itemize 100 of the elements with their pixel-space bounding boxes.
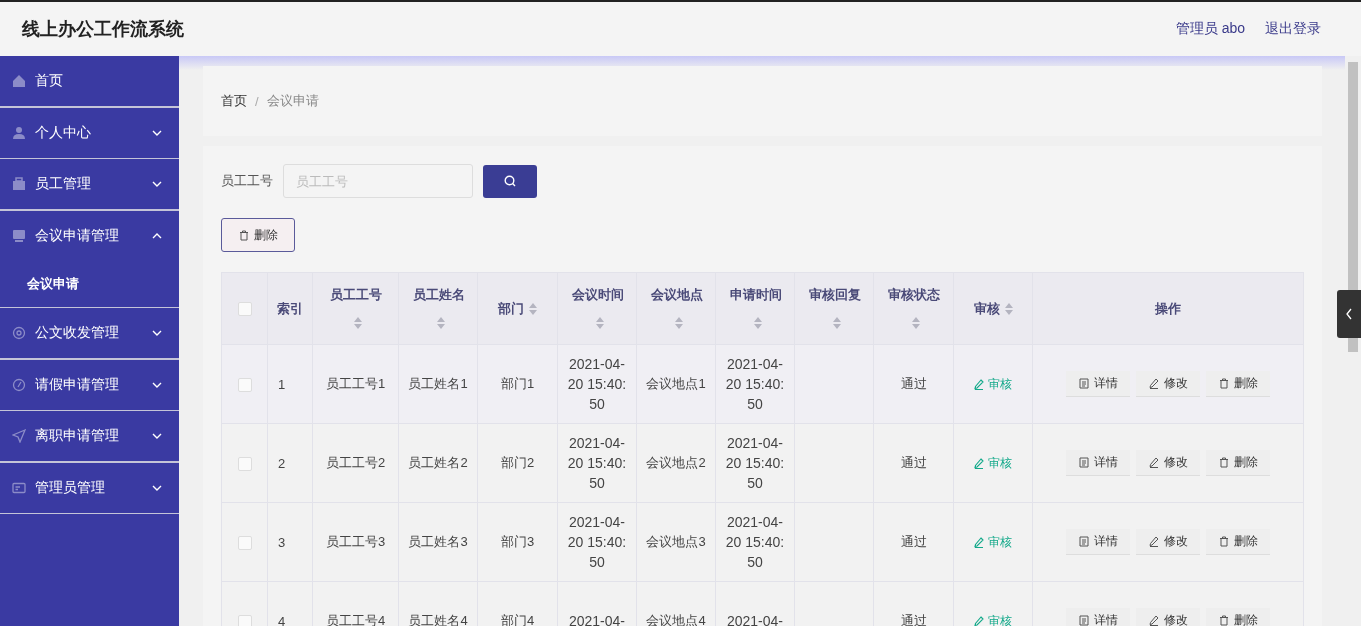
sort-icon <box>912 317 920 330</box>
table-cell: 2 <box>267 423 313 503</box>
aperture-icon <box>12 326 26 340</box>
pencil-icon <box>1148 536 1159 547</box>
pencil-icon <box>974 457 984 469</box>
pencil-icon <box>1148 457 1159 468</box>
column-label: 申请时间 <box>730 286 782 302</box>
column-header[interactable]: 会议时间 <box>557 272 637 345</box>
menu-item[interactable]: 管理员管理 <box>0 462 179 513</box>
submenu-item[interactable]: 会议申请 <box>0 260 179 307</box>
row-checkbox[interactable] <box>237 456 252 471</box>
column-header[interactable]: 审核回复 <box>794 272 874 345</box>
column-label: 部门 <box>498 300 524 316</box>
menu-item[interactable]: 请假申请管理 <box>0 359 179 410</box>
select-all-checkbox[interactable] <box>237 302 252 317</box>
trash-icon <box>1218 536 1229 547</box>
table-cell: 员工工号3 <box>312 502 399 582</box>
breadcrumb-link[interactable]: 首页 <box>221 92 247 110</box>
action-button[interactable]: 修改 <box>1136 450 1200 476</box>
menu-item[interactable]: 员工管理 <box>0 159 179 209</box>
action-button[interactable]: 详情 <box>1066 450 1130 476</box>
table-cell: 2021-04-20 15:40:50 <box>715 423 795 503</box>
action-button[interactable]: 删除 <box>1206 608 1270 626</box>
table-cell: 部门4 <box>477 581 558 626</box>
trash-icon <box>1218 378 1229 389</box>
action-button[interactable]: 删除 <box>1206 529 1270 555</box>
search-label: 员工工号 <box>221 172 273 190</box>
column-header[interactable]: 申请时间 <box>715 272 795 345</box>
action-button[interactable]: 详情 <box>1066 371 1130 397</box>
menu-item[interactable]: 离职申请管理 <box>0 411 179 461</box>
menu-item[interactable]: 首页 <box>0 56 179 106</box>
table-cell: 员工工号1 <box>312 344 399 424</box>
action-button[interactable]: 修改 <box>1136 608 1200 626</box>
action-button[interactable]: 删除 <box>1206 371 1270 397</box>
table-cell: 通过 <box>873 502 954 582</box>
table-cell: 3 <box>267 502 313 582</box>
table-cell: 2021-04-20 15:40:50 <box>557 502 637 582</box>
column-header[interactable]: 审核 <box>953 272 1033 345</box>
column-header[interactable]: 审核状态 <box>873 272 954 345</box>
table-cell: 部门2 <box>477 423 558 503</box>
table-cell: 1 <box>267 344 313 424</box>
action-button[interactable]: 修改 <box>1136 529 1200 555</box>
action-button[interactable]: 详情 <box>1066 529 1130 555</box>
pencil-icon <box>974 378 984 390</box>
table-cell: 部门1 <box>477 344 558 424</box>
sort-icon <box>1004 303 1013 316</box>
column-label: 审核 <box>973 300 1000 316</box>
column-header[interactable]: 员工姓名 <box>398 272 478 345</box>
action-button[interactable]: 修改 <box>1136 371 1200 397</box>
table-cell: 会议地点2 <box>636 423 716 503</box>
menu-item[interactable]: 公文收发管理 <box>0 308 179 358</box>
sort-icon <box>436 317 445 330</box>
column-label: 审核回复 <box>809 286 861 302</box>
logout-link[interactable]: 退出登录 <box>1265 20 1321 38</box>
app-title: 线上办公工作流系统 <box>22 18 184 41</box>
document-icon <box>1078 536 1089 547</box>
sort-icon <box>354 317 362 330</box>
compass-icon <box>12 377 26 392</box>
column-label: 索引 <box>277 300 303 316</box>
user-link[interactable]: 管理员 abo <box>1175 20 1245 38</box>
action-button[interactable]: 详情 <box>1066 608 1130 626</box>
row-checkbox[interactable] <box>237 377 252 392</box>
briefcase-icon <box>12 177 26 191</box>
person-icon <box>12 125 26 140</box>
sort-icon <box>595 317 604 330</box>
column-header[interactable]: 部门 <box>477 272 558 345</box>
column-header[interactable]: 员工工号 <box>312 272 399 345</box>
menu-item[interactable]: 会议申请管理 <box>0 210 179 261</box>
document-icon <box>1078 378 1089 389</box>
sort-icon <box>753 317 762 330</box>
chevron-left-icon <box>1345 308 1353 320</box>
row-checkbox[interactable] <box>237 614 252 626</box>
table-cell: 会议地点1 <box>636 344 716 424</box>
trash-icon <box>1218 457 1229 468</box>
breadcrumb-separator: / <box>255 93 259 109</box>
table-cell: 4 <box>267 581 313 626</box>
menu-item[interactable]: 个人中心 <box>0 107 179 158</box>
column-label: 操作 <box>1155 300 1181 316</box>
action-button[interactable]: 删除 <box>1206 450 1270 476</box>
table-cell: 员工姓名3 <box>398 502 478 582</box>
table-cell: 员工工号2 <box>312 423 399 503</box>
table-cell: 2021-04- <box>715 581 795 626</box>
search-icon <box>503 174 517 188</box>
column-label: 审核状态 <box>888 286 940 302</box>
column-header[interactable]: 会议地点 <box>636 272 716 345</box>
delete-button[interactable]: 删除 <box>221 218 295 252</box>
sort-icon <box>674 317 683 330</box>
table-cell: 部门3 <box>477 502 558 582</box>
home-icon <box>12 74 26 88</box>
row-checkbox[interactable] <box>237 535 252 550</box>
pencil-icon <box>1148 378 1159 389</box>
column-label: 员工姓名 <box>413 286 465 302</box>
table-cell: 2021-04-20 15:40:50 <box>715 344 795 424</box>
collapse-button[interactable] <box>1337 290 1361 338</box>
search-button[interactable] <box>483 164 537 198</box>
column-label: 员工工号 <box>329 286 382 302</box>
table-cell: 通过 <box>873 344 954 424</box>
table-cell: 通过 <box>873 423 954 503</box>
column-label: 会议地点 <box>651 286 703 302</box>
table-cell: 2021-04-20 15:40:50 <box>557 423 637 503</box>
